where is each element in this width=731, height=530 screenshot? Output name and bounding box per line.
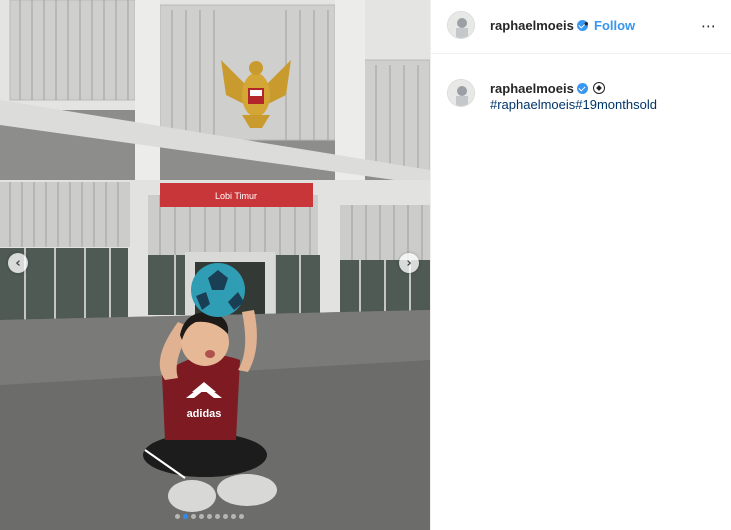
shirt-text: adidas xyxy=(187,408,222,420)
caption-hashtags[interactable]: #raphaelmoeis#19monthsold xyxy=(490,97,657,112)
caption-avatar-image xyxy=(448,80,474,106)
caption-avatar[interactable] xyxy=(447,79,475,107)
carousel-dot xyxy=(175,514,180,519)
header-separator: • xyxy=(584,16,589,31)
caption-username-text[interactable]: raphaelmoeis xyxy=(490,81,574,96)
username-text[interactable]: raphaelmoeis xyxy=(490,18,574,33)
instagram-post-modal: Lobi Timur adidas ‹ › raphaelmoeis • Fol… xyxy=(0,0,731,530)
carousel-dot xyxy=(215,514,220,519)
previous-slide-button[interactable]: ‹ xyxy=(8,253,28,273)
carousel-dot xyxy=(223,514,228,519)
next-slide-button[interactable]: › xyxy=(399,253,419,273)
avatar-image xyxy=(448,12,474,38)
caption-username[interactable]: raphaelmoeis xyxy=(490,81,605,96)
chevron-left-icon: ‹ xyxy=(15,255,21,271)
carousel-indicator xyxy=(175,514,244,519)
soccer-ball-icon xyxy=(592,82,605,94)
soccer-ball xyxy=(191,263,245,317)
post-photo[interactable]: Lobi Timur adidas ‹ › xyxy=(0,0,430,530)
post-side-panel: raphaelmoeis • Follow ⋯ raphaelmoeis #ra… xyxy=(430,0,731,530)
carousel-dot xyxy=(199,514,204,519)
carousel-dot xyxy=(191,514,196,519)
verified-badge-icon xyxy=(576,83,588,94)
carousel-dot xyxy=(231,514,236,519)
more-options-icon[interactable]: ⋯ xyxy=(701,17,717,35)
photo-illustration: Lobi Timur adidas xyxy=(0,0,430,530)
carousel-dot xyxy=(183,514,188,519)
carousel-dot xyxy=(207,514,212,519)
follow-button[interactable]: Follow xyxy=(594,18,635,33)
post-header: raphaelmoeis • Follow ⋯ xyxy=(431,0,731,54)
carousel-dot xyxy=(239,514,244,519)
lobby-sign-text: Lobi Timur xyxy=(215,191,257,201)
header-username[interactable]: raphaelmoeis xyxy=(490,18,588,33)
avatar[interactable] xyxy=(447,11,475,39)
chevron-right-icon: › xyxy=(406,255,412,271)
